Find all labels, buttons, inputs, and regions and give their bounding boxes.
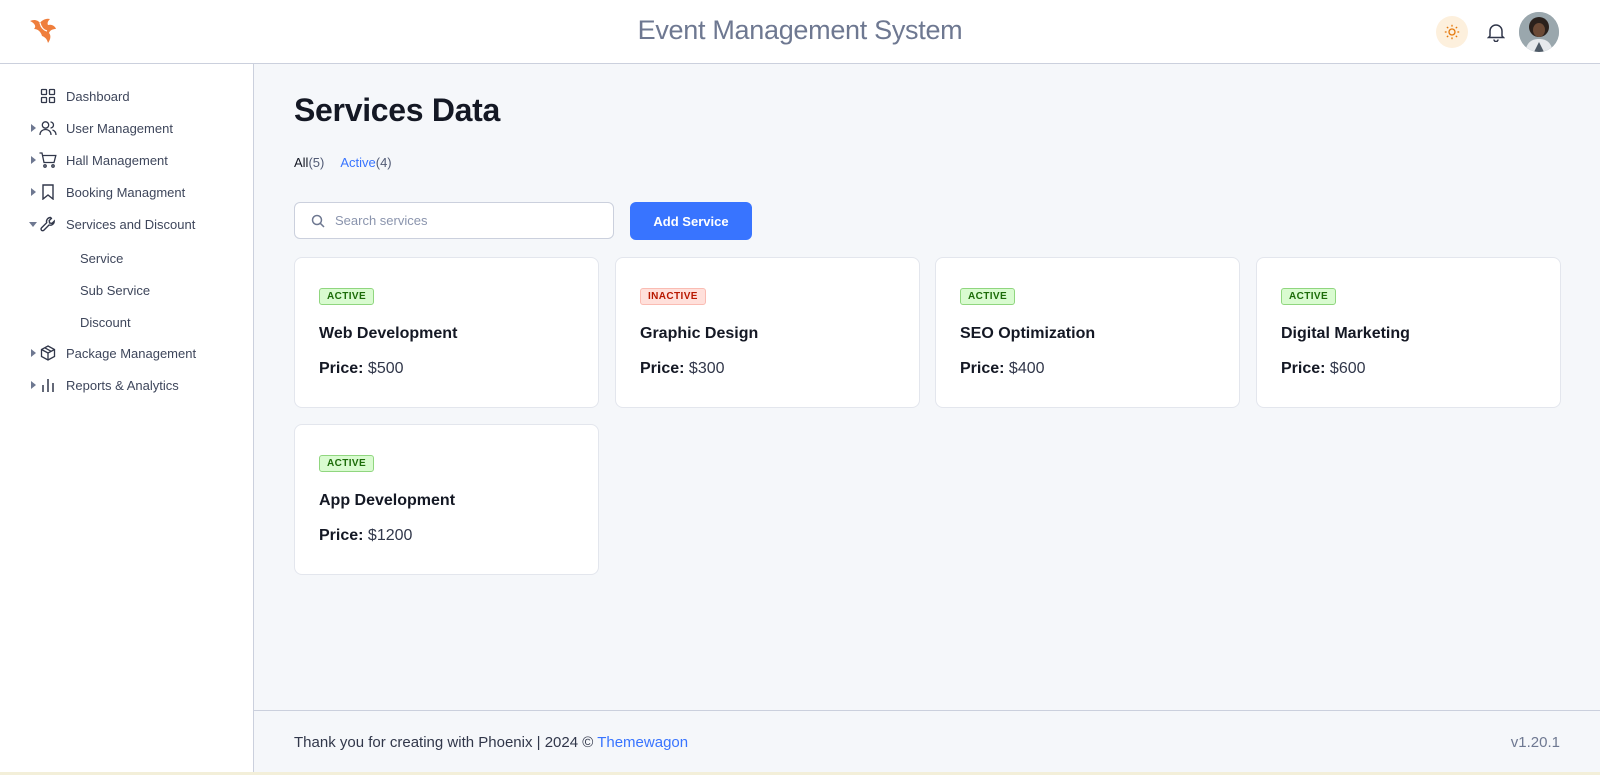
price-value: $1200	[367, 527, 413, 544]
tab-count: (5)	[308, 155, 325, 170]
sun-icon[interactable]	[1436, 16, 1468, 48]
add-service-button[interactable]: Add Service	[630, 202, 752, 240]
service-price: Price: $400	[960, 360, 1045, 378]
sidebar-item-label: Reports & Analytics	[66, 377, 179, 393]
service-card[interactable]: ACTIVE Digital Marketing Price: $600	[1256, 257, 1561, 408]
themewagon-link[interactable]: Themewagon	[597, 734, 688, 751]
bookmark-icon	[39, 183, 57, 201]
sidebar-item-label: User Management	[66, 120, 173, 136]
package-icon	[39, 344, 57, 362]
tab-count: (4)	[375, 155, 392, 170]
service-name: Digital Marketing	[1281, 325, 1410, 342]
tab-active[interactable]: Active(4)	[340, 155, 391, 170]
price-label: Price:	[640, 360, 685, 377]
tab-label: All	[294, 155, 309, 170]
service-card[interactable]: ACTIVE Web Development Price: $500	[294, 257, 599, 408]
tab-label: Active	[340, 155, 376, 170]
search-box	[294, 202, 614, 239]
caret-right-icon	[29, 187, 37, 197]
service-price: Price: $500	[319, 360, 404, 378]
caret-right-icon	[29, 155, 37, 165]
caret-right-icon	[29, 348, 37, 358]
service-card[interactable]: ACTIVE App Development Price: $1200	[294, 424, 599, 575]
sidebar-item-label: Services and Discount	[66, 216, 196, 232]
service-price: Price: $300	[640, 360, 725, 378]
sidebar-item-dashboard[interactable]: Dashboard	[0, 81, 253, 111]
service-name: Graphic Design	[640, 325, 759, 342]
sidebar-subitem-sub-service[interactable]: Sub Service	[80, 278, 150, 302]
service-name: App Development	[319, 492, 456, 509]
users-icon	[39, 119, 57, 137]
sidebar-item-label: Hall Management	[66, 152, 168, 168]
sidebar-item-label: Dashboard	[66, 88, 130, 104]
status-badge: INACTIVE	[640, 288, 706, 305]
sidebar-item-services-and-discount[interactable]: Services and Discount	[0, 209, 253, 239]
avatar[interactable]	[1519, 12, 1559, 52]
version-label: v1.20.1	[1510, 734, 1560, 751]
sidebar-item-label: Package Management	[66, 345, 197, 361]
sidebar-item-label: Booking Managment	[66, 184, 186, 200]
footer: Thank you for creating with Phoenix | 20…	[254, 710, 1600, 775]
filter-tabs: All(5) Active(4)	[294, 155, 392, 170]
price-value: $500	[367, 360, 404, 377]
caret-down-icon	[29, 219, 37, 229]
sidebar-subitem-service[interactable]: Service	[80, 246, 123, 270]
sidebar-item-package-management[interactable]: Package Management	[0, 338, 253, 368]
price-label: Price:	[960, 360, 1005, 377]
service-name: SEO Optimization	[960, 325, 1096, 342]
status-badge: ACTIVE	[960, 288, 1016, 305]
tab-all[interactable]: All(5)	[294, 155, 324, 170]
top-navbar: Event Management System	[0, 0, 1600, 64]
price-value: $300	[688, 360, 725, 377]
service-name: Web Development	[319, 325, 458, 342]
service-card[interactable]: INACTIVE Graphic Design Price: $300	[615, 257, 920, 408]
service-price: Price: $1200	[319, 527, 412, 545]
caret-right-icon	[29, 380, 37, 390]
sidebar: Dashboard User Management Hall Managemen…	[0, 64, 254, 775]
search-icon	[311, 214, 325, 228]
status-badge: ACTIVE	[1281, 288, 1337, 305]
price-label: Price:	[319, 527, 364, 544]
status-badge: ACTIVE	[319, 455, 375, 472]
sidebar-item-booking-managment[interactable]: Booking Managment	[0, 177, 253, 207]
price-label: Price:	[1281, 360, 1326, 377]
bell-icon[interactable]	[1484, 20, 1508, 44]
caret-right-icon	[29, 123, 37, 133]
price-value: $600	[1329, 360, 1366, 377]
grid-icon	[39, 87, 57, 105]
page-title: Services Data	[294, 92, 501, 128]
sidebar-item-user-management[interactable]: User Management	[0, 113, 253, 143]
cart-icon	[39, 151, 57, 169]
wrench-icon	[39, 215, 57, 233]
footer-copyright: Thank you for creating with Phoenix | 20…	[294, 734, 594, 751]
price-label: Price:	[319, 360, 364, 377]
service-price: Price: $600	[1281, 360, 1366, 378]
service-card[interactable]: ACTIVE SEO Optimization Price: $400	[935, 257, 1240, 408]
price-value: $400	[1008, 360, 1045, 377]
search-input[interactable]	[335, 203, 605, 238]
sidebar-item-hall-management[interactable]: Hall Management	[0, 145, 253, 175]
sidebar-item-reports-analytics[interactable]: Reports & Analytics	[0, 370, 253, 400]
app-title: Event Management System	[637, 15, 963, 45]
bar-chart-icon	[39, 376, 57, 394]
sidebar-subitem-discount[interactable]: Discount	[80, 310, 131, 334]
status-badge: ACTIVE	[319, 288, 375, 305]
footer-text: Thank you for creating with Phoenix | 20…	[294, 734, 688, 751]
